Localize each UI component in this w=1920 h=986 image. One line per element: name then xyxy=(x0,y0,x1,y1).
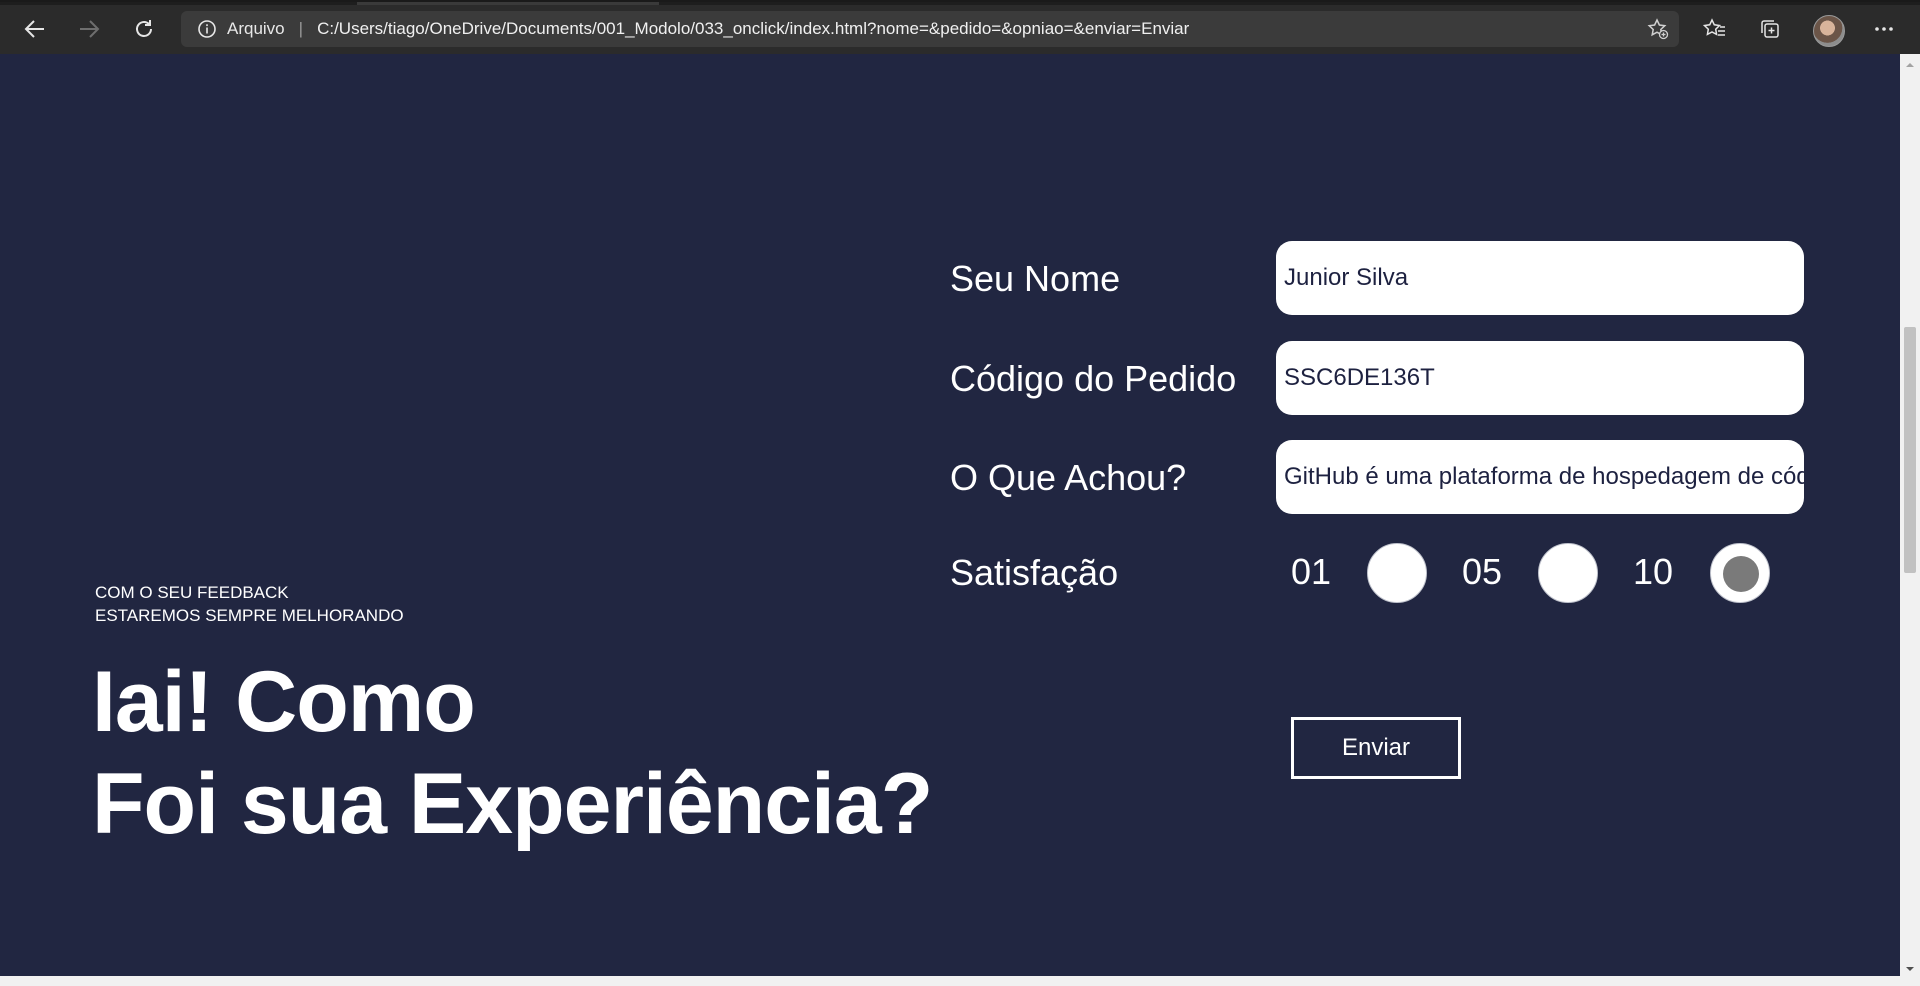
hero-subtitle-line-1: COM O SEU FEEDBACK xyxy=(95,583,289,602)
refresh-button[interactable] xyxy=(128,13,160,45)
address-separator: | xyxy=(298,19,304,38)
name-input[interactable]: Junior Silva xyxy=(1276,241,1804,315)
rating-label-01: 01 xyxy=(1291,551,1332,592)
hero-title-line-1: Iai! Como xyxy=(92,654,476,750)
refresh-icon xyxy=(136,20,152,37)
vertical-scrollbar[interactable] xyxy=(1900,54,1920,976)
rating-radio-10[interactable] xyxy=(1710,543,1770,603)
opinion-input[interactable]: GitHub é uma plataforma de hospedagem de… xyxy=(1276,440,1804,514)
horizontal-scrollbar-strip xyxy=(0,976,1920,986)
favorites-icon xyxy=(1703,18,1725,36)
forward-button[interactable] xyxy=(73,13,105,45)
hero-subtitle: COM O SEU FEEDBACK ESTAREMOS SEMPRE MELH… xyxy=(95,581,404,627)
rating-radio-05[interactable] xyxy=(1538,543,1598,603)
scrollbar-thumb[interactable] xyxy=(1904,327,1916,573)
favorites-button[interactable] xyxy=(1702,16,1728,42)
profile-avatar[interactable] xyxy=(1813,15,1845,47)
scroll-up-icon[interactable] xyxy=(1905,60,1915,70)
order-code-input[interactable]: SSC6DE136T xyxy=(1276,341,1804,415)
opinion-label: O Que Achou? xyxy=(950,457,1187,498)
more-horizontal-icon xyxy=(1875,27,1893,31)
url-text[interactable]: C:/Users/tiago/OneDrive/Documents/001_Mo… xyxy=(317,19,1189,39)
arrow-right-icon xyxy=(80,20,100,38)
tab-strip xyxy=(0,2,1920,5)
settings-menu-button[interactable] xyxy=(1871,16,1897,42)
site-info-label[interactable]: Arquivo xyxy=(227,19,285,39)
order-code-label: Código do Pedido xyxy=(950,358,1237,399)
collections-button[interactable] xyxy=(1757,16,1783,42)
browser-toolbar: Arquivo | C:/Users/tiago/OneDrive/Docume… xyxy=(0,0,1920,54)
satisfaction-label: Satisfação xyxy=(950,552,1119,593)
hero-title: Iai! Como Foi sua Experiência? xyxy=(92,651,933,855)
submit-button[interactable]: Enviar xyxy=(1291,717,1461,779)
rating-label-10: 10 xyxy=(1633,551,1674,592)
add-favorite-icon[interactable] xyxy=(1647,18,1669,40)
hero-title-line-2: Foi sua Experiência? xyxy=(92,756,933,852)
name-label: Seu Nome xyxy=(950,258,1121,299)
rating-radio-01[interactable] xyxy=(1367,543,1427,603)
back-button[interactable] xyxy=(19,13,51,45)
address-bar[interactable]: Arquivo | C:/Users/tiago/OneDrive/Docume… xyxy=(181,11,1679,47)
info-icon[interactable] xyxy=(197,19,217,39)
arrow-left-icon xyxy=(24,20,44,38)
scroll-down-icon[interactable] xyxy=(1905,964,1915,974)
collections-icon xyxy=(1761,20,1779,38)
hero-subtitle-line-2: ESTAREMOS SEMPRE MELHORANDO xyxy=(95,606,404,625)
rating-label-05: 05 xyxy=(1462,551,1503,592)
